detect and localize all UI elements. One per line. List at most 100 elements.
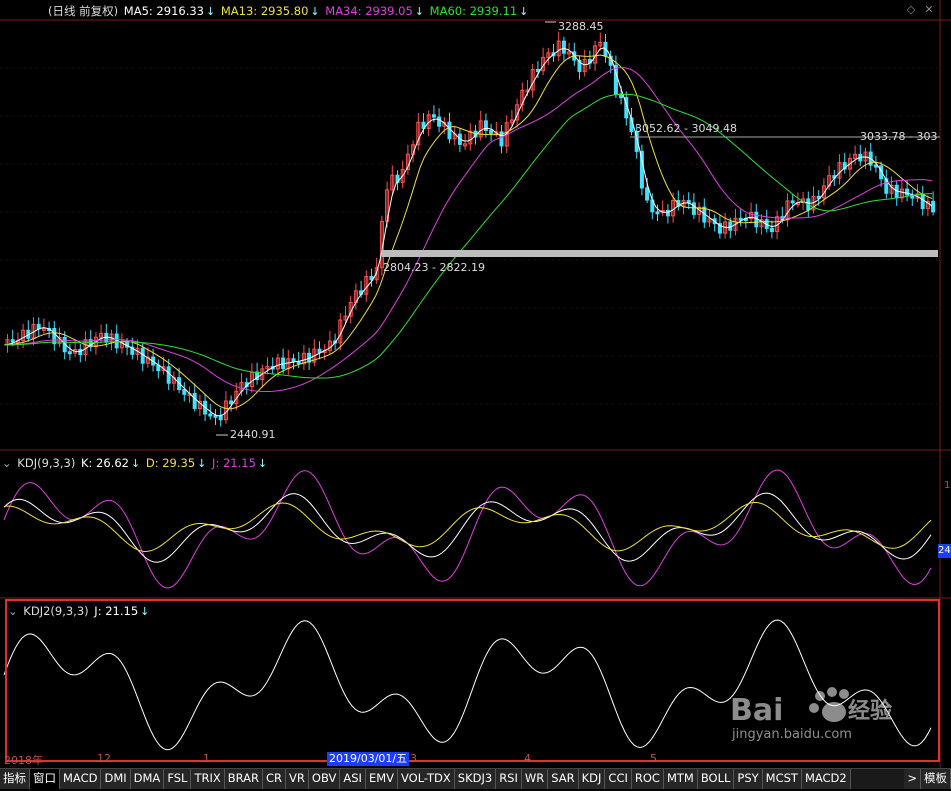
candle-body <box>67 351 72 355</box>
candle-body <box>431 114 436 118</box>
tab-4[interactable]: DMA <box>130 769 165 789</box>
chart-period-label: (日线 前复权) <box>48 4 119 18</box>
kdj-j-label: J: 21.15 <box>212 456 256 470</box>
candle-body <box>931 200 936 213</box>
candle-body <box>229 400 234 405</box>
tab-23[interactable]: PSY <box>734 769 763 789</box>
ma13-label: MA13: 2935.80 <box>220 4 309 18</box>
tab-9[interactable]: VR <box>286 769 309 789</box>
kdj-k-arrow-icon: ↓ <box>130 457 141 470</box>
watermark-url: jingyan.baidu.com <box>731 727 852 742</box>
candle-body <box>645 187 650 201</box>
tab-19[interactable]: CCI <box>605 769 632 789</box>
x-label-3: 3 <box>410 752 417 765</box>
candle-body <box>489 130 494 134</box>
kdj-d-label: D: 29.35 <box>145 456 196 470</box>
candle-body <box>166 366 171 384</box>
range-label-1: 3052.62 - 3049.48 <box>635 122 737 135</box>
kdj-k-label: K: 26.62 <box>80 456 129 470</box>
kdj-d-arrow-icon: ↓ <box>197 457 207 470</box>
close-icon[interactable]: ✕ <box>922 3 936 17</box>
tab-spacer <box>851 769 905 789</box>
candle-body <box>182 389 187 395</box>
tab-24[interactable]: MCST <box>762 769 802 789</box>
candle-body <box>52 327 57 345</box>
chart-canvas[interactable] <box>0 0 951 768</box>
tab-21[interactable]: MTM <box>663 769 698 789</box>
kdj2-collapse-icon[interactable]: ⌄ <box>8 604 18 618</box>
tab-14[interactable]: SKDJ3 <box>454 769 497 789</box>
kdj-axis-mark: 1 <box>944 480 951 491</box>
ma5-label: MA5: 2916.33 <box>123 4 204 18</box>
kdj-collapse-icon[interactable]: ⌄ <box>2 456 12 470</box>
kdj-name: KDJ(9,3,3) <box>17 456 76 470</box>
tab-2[interactable]: MACD <box>60 769 102 789</box>
x-label-4: 4 <box>524 752 531 765</box>
kdj-j-line <box>3 469 932 589</box>
indicator-tab-bar: 指标 窗口 MACD DMI DMA FSL TRIX BRAR CR VR OBV ASI EMV VO… <box>0 768 951 789</box>
tab-20[interactable]: ROC <box>631 769 664 789</box>
tab-0[interactable]: 指标 <box>0 769 30 789</box>
support-band <box>382 250 938 257</box>
candle-body <box>920 193 925 210</box>
watermark-logo: Bai 经验 jingyan.baidu.com <box>730 687 892 742</box>
tab-10[interactable]: OBV <box>308 769 341 789</box>
kdj2-j-label: J: 21.15 <box>94 604 139 618</box>
ma5-arrow-icon: ↓ <box>206 5 216 18</box>
stock-chart-window: (日线 前复权) MA5: 2916.33 ↓ MA13: 2935.80 ↓ MA… <box>0 0 951 791</box>
tab-27[interactable]: 模板 <box>921 769 951 789</box>
main-header: (日线 前复权) MA5: 2916.33 ↓ MA13: 2935.80 ↓ MA… <box>48 2 530 20</box>
candle-body <box>317 348 322 353</box>
kdj2-header: ⌄ KDJ2(9,3,3) J: 21.15 ↓ <box>8 602 151 620</box>
ma34-label: MA34: 2939.05 <box>325 4 413 18</box>
candle-body <box>192 393 197 409</box>
candle-body <box>790 200 795 204</box>
x-label-1: 1 <box>203 752 210 765</box>
ma34-arrow-icon: ↓ <box>414 5 424 18</box>
range-label-3: 2804.23 - 2822.19 <box>383 261 485 274</box>
kdj2-name: KDJ2(9,3,3) <box>23 604 89 618</box>
candle-body <box>291 358 296 363</box>
tab-7[interactable]: BRAR <box>224 769 264 789</box>
cursor-date-badge: 2019/03/01/五 <box>327 752 410 766</box>
x-label-2018: 2018年 <box>4 754 43 767</box>
low-price-label: 2440.91 <box>230 428 276 441</box>
ma60-label: MA60: 2939.11 <box>429 4 518 18</box>
candle-body <box>437 116 442 127</box>
tab-13[interactable]: VOL-TDX <box>398 769 455 789</box>
tab-5[interactable]: FSL <box>164 769 192 789</box>
kdj-value-badge: 24 <box>938 544 951 558</box>
tab-18[interactable]: KDJ <box>578 769 606 789</box>
ma13-arrow-icon: ↓ <box>310 5 320 18</box>
kdj-header: ⌄ KDJ(9,3,3) K: 26.62 ↓ D: 29.35 ↓ J: 21.1… <box>2 454 269 472</box>
candle-body <box>535 68 540 72</box>
tab-6[interactable]: TRIX <box>191 769 225 789</box>
tab-22[interactable]: BOLL <box>697 769 735 789</box>
tab-17[interactable]: SAR <box>548 769 579 789</box>
tab-26[interactable]: > <box>904 769 921 789</box>
candle-body <box>447 121 452 140</box>
kdj2-j-arrow-icon: ↓ <box>140 605 150 618</box>
watermark-brand: Bai <box>730 693 783 728</box>
candle-body <box>905 188 910 196</box>
candle-body <box>208 413 213 417</box>
x-label-12: 12 <box>97 752 111 765</box>
tab-8[interactable]: CR <box>263 769 287 789</box>
watermark-cn: 经验 <box>848 698 892 724</box>
tab-16[interactable]: WR <box>521 769 549 789</box>
tab-25[interactable]: MACD2 <box>801 769 851 789</box>
tab-1[interactable]: 窗口 <box>30 769 60 789</box>
candle-body <box>655 211 660 215</box>
candle-body <box>10 339 15 343</box>
tab-15[interactable]: RSI <box>496 769 522 789</box>
tab-3[interactable]: DMI <box>101 769 131 789</box>
range-label-2: 3033.78 - 303 <box>860 130 938 143</box>
tab-12[interactable]: EMV <box>365 769 398 789</box>
candle-body <box>561 40 566 54</box>
tab-11[interactable]: ASI <box>340 769 366 789</box>
diamond-icon[interactable]: ◇ <box>904 3 918 17</box>
x-label-5: 5 <box>650 752 657 765</box>
kdj-j-arrow-icon: ↓ <box>257 457 268 470</box>
ma60-arrow-icon: ↓ <box>519 5 529 18</box>
candle-body <box>769 227 774 233</box>
